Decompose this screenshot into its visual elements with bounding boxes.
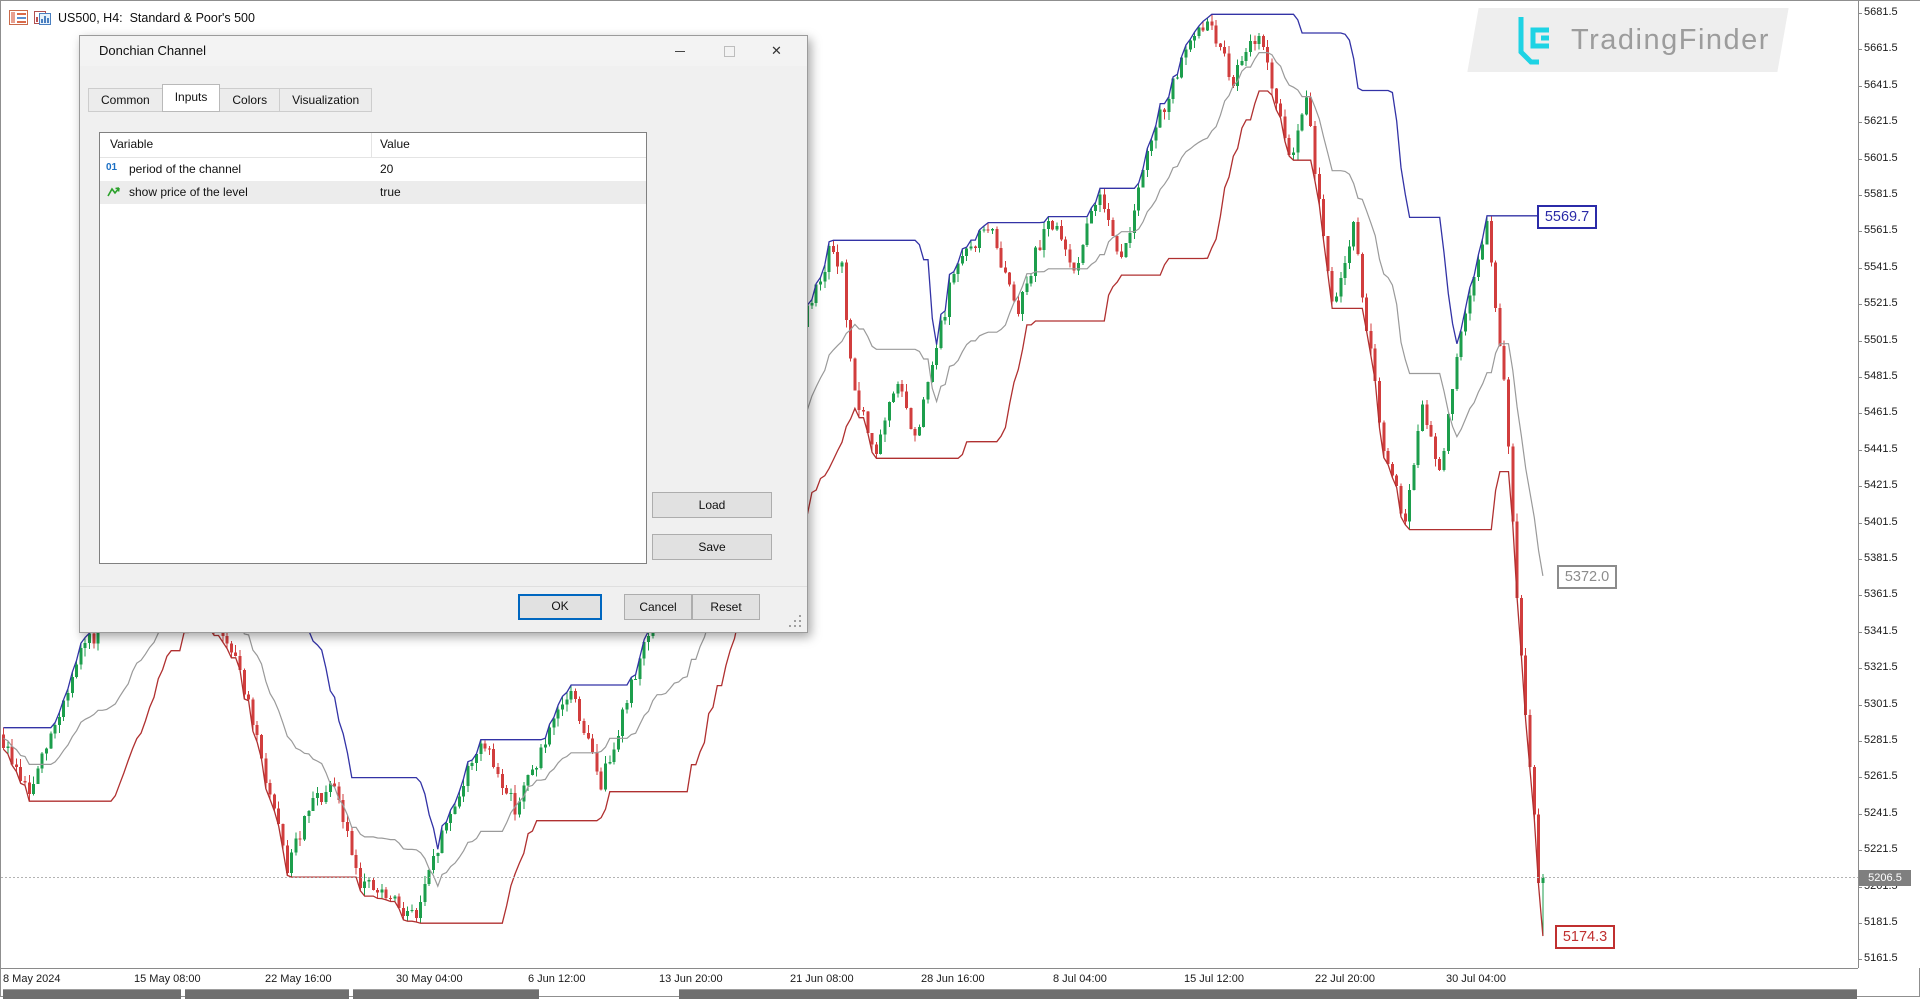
price-tick-label: 5501.5 <box>1864 334 1898 346</box>
time-tick-label: 6 Jun 12:00 <box>528 973 586 985</box>
price-tick-label: 5361.5 <box>1864 588 1898 600</box>
tradingfinder-logo-icon <box>1505 14 1559 66</box>
mt5-chart-window: { "window": { "symbol_header": "US500, H… <box>0 0 1920 997</box>
watermark-text: TradingFinder <box>1571 24 1770 57</box>
reset-button[interactable]: Reset <box>692 594 760 620</box>
price-tick-label: 5581.5 <box>1864 188 1898 200</box>
time-tick-label: 13 Jun 20:00 <box>659 973 723 985</box>
column-header-variable: Variable <box>110 137 153 151</box>
column-header-value: Value <box>380 137 410 151</box>
price-tick-label: 5241.5 <box>1864 807 1898 819</box>
price-tick-label: 5561.5 <box>1864 224 1898 236</box>
chart-file-icon[interactable] <box>33 10 52 30</box>
price-tick-label: 5661.5 <box>1864 42 1898 54</box>
time-tick-label: 15 Jul 12:00 <box>1184 973 1244 985</box>
time-tick-label: 30 Jul 04:00 <box>1446 973 1506 985</box>
minimized-panel-segment <box>185 989 349 999</box>
time-tick-label: 28 Jun 16:00 <box>921 973 985 985</box>
price-tick-label: 5461.5 <box>1864 406 1898 418</box>
price-tick-label: 5221.5 <box>1864 843 1898 855</box>
price-tick-label: 5401.5 <box>1864 516 1898 528</box>
tab-colors[interactable]: Colors <box>219 88 280 112</box>
time-tick-label: 21 Jun 08:00 <box>790 973 854 985</box>
price-tick-label: 5441.5 <box>1864 443 1898 455</box>
time-tick-label: 22 May 16:00 <box>265 973 332 985</box>
bool-param-icon <box>106 185 124 199</box>
param-value[interactable]: true <box>380 185 401 199</box>
price-tick-label: 5641.5 <box>1864 79 1898 91</box>
price-tick-label: 5321.5 <box>1864 661 1898 673</box>
price-tick-label: 5181.5 <box>1864 916 1898 928</box>
param-name: period of the channel <box>129 162 241 176</box>
lower-band-price-label: 5174.3 <box>1555 925 1615 949</box>
time-tick-label: 15 May 08:00 <box>134 973 201 985</box>
resize-grip-icon[interactable] <box>789 615 803 629</box>
price-tick-label: 5281.5 <box>1864 734 1898 746</box>
inputs-table: Variable Value 01 period of the channel … <box>99 132 647 564</box>
price-axis[interactable]: 5681.5 5661.5 5641.5 5621.5 5601.5 5581.5 5561… <box>1858 1 1920 968</box>
price-tick-label: 5481.5 <box>1864 370 1898 382</box>
price-tick-label: 5681.5 <box>1864 6 1898 18</box>
tab-common[interactable]: Common <box>88 88 163 112</box>
table-row-show-price[interactable]: show price of the level true <box>100 181 646 204</box>
time-axis[interactable]: 8 May 2024 15 May 08:00 22 May 16:00 30 May… <box>1 968 1858 990</box>
price-tick-label: 5421.5 <box>1864 479 1898 491</box>
maximize-icon <box>707 36 752 66</box>
dialog-titlebar[interactable]: Donchian Channel ✕ <box>80 36 807 66</box>
middle-band-price-label: 5372.0 <box>1557 565 1617 589</box>
price-tick-label: 5341.5 <box>1864 625 1898 637</box>
donchian-channel-dialog: Donchian Channel ✕ Common Inputs Colors … <box>79 35 808 633</box>
param-value[interactable]: 20 <box>380 162 393 176</box>
price-tick-label: 5381.5 <box>1864 552 1898 564</box>
tradingfinder-watermark: TradingFinder <box>1463 6 1793 74</box>
minimized-panel-segment <box>353 989 539 999</box>
price-tick-label: 5261.5 <box>1864 770 1898 782</box>
time-tick-label: 8 May 2024 <box>3 973 60 985</box>
price-tick-label: 5301.5 <box>1864 698 1898 710</box>
tab-visualization[interactable]: Visualization <box>279 88 372 112</box>
quotes-table-icon[interactable] <box>9 10 28 30</box>
load-button[interactable]: Load <box>652 492 772 518</box>
tab-inputs[interactable]: Inputs <box>162 84 221 112</box>
dialog-title: Donchian Channel <box>99 43 206 58</box>
price-tick-label: 5541.5 <box>1864 261 1898 273</box>
cancel-button[interactable]: Cancel <box>624 594 692 620</box>
upper-band-price-label: 5569.7 <box>1537 205 1597 229</box>
symbol-header: US500, H4: Standard & Poor's 500 <box>58 11 255 25</box>
numeric-param-icon: 01 <box>106 162 124 176</box>
time-tick-label: 22 Jul 20:00 <box>1315 973 1375 985</box>
price-tick-label: 5601.5 <box>1864 152 1898 164</box>
price-tick-label: 5621.5 <box>1864 115 1898 127</box>
close-icon[interactable]: ✕ <box>754 36 799 66</box>
minimized-panel-segment <box>679 989 1857 999</box>
time-tick-label: 8 Jul 04:00 <box>1053 973 1107 985</box>
time-tick-label: 30 May 04:00 <box>396 973 463 985</box>
minimized-panel-segment <box>3 989 181 999</box>
table-header: Variable Value <box>100 133 646 158</box>
dialog-tabs: Common Inputs Colors Visualization <box>88 88 371 112</box>
price-tick-label: 5161.5 <box>1864 952 1898 964</box>
price-tick-label: 5521.5 <box>1864 297 1898 309</box>
minimize-icon[interactable] <box>657 36 702 66</box>
param-name: show price of the level <box>129 185 248 199</box>
ok-button[interactable]: OK <box>518 594 602 620</box>
table-row-period[interactable]: 01 period of the channel 20 <box>100 158 646 181</box>
dialog-separator <box>80 586 807 587</box>
save-button[interactable]: Save <box>652 534 772 560</box>
current-price-marker: 5206.5 <box>1859 870 1911 886</box>
